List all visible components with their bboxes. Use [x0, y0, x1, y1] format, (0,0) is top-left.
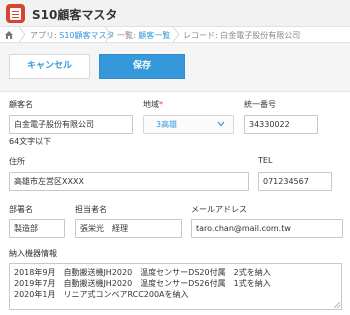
tel-label: TEL	[258, 156, 273, 165]
tax-id-field[interactable]: 34330022	[244, 115, 318, 134]
contact-field[interactable]: 張栄光 経理	[75, 219, 182, 238]
breadcrumb-list-link[interactable]: 顧客一覧	[138, 31, 170, 40]
email-label: メールアドレス	[191, 205, 247, 214]
app-title: S10顧客マスタ	[32, 8, 118, 22]
breadcrumb-separator	[18, 27, 26, 42]
app-list-icon	[6, 4, 25, 23]
customer-name-field[interactable]: 白金電子股份有限公司	[9, 115, 133, 134]
chevron-down-icon	[217, 121, 225, 127]
record-form: 顧客名 白金電子股份有限公司 64文字以下 地域* 3高雄 統一番号 34330…	[0, 92, 350, 315]
email-field[interactable]: taro.chan@mail.com.tw	[191, 219, 343, 238]
tax-id-label: 統一番号	[244, 100, 276, 109]
address-field[interactable]: 高雄市左営区XXXX	[9, 172, 249, 191]
region-select[interactable]: 3高雄	[143, 115, 234, 134]
region-select-value: 3高雄	[156, 120, 178, 129]
breadcrumb: アプリ: S10顧客マスタ 一覧: 顧客一覧 レコード: 白金電子股份有限公司	[0, 26, 350, 43]
contact-label: 担当者名	[75, 205, 107, 214]
region-label-text: 地域	[143, 100, 159, 109]
app-header: S10顧客マスタ	[0, 0, 350, 26]
breadcrumb-list[interactable]: 一覧: 顧客一覧	[117, 30, 170, 41]
record-toolbar: キャンセル 保存	[0, 44, 350, 92]
home-icon[interactable]	[4, 30, 14, 40]
breadcrumb-app-prefix: アプリ:	[30, 31, 60, 40]
tel-field[interactable]: 071234567	[258, 172, 332, 191]
delivery-line: 2018年9月 自動搬送機JH2020 温度センサーDS20付属 2式を納入	[14, 268, 271, 277]
department-field[interactable]: 製造部	[9, 219, 65, 238]
customer-name-hint: 64文字以下	[9, 137, 52, 146]
breadcrumb-separator	[104, 27, 112, 42]
address-label: 住所	[9, 157, 25, 166]
required-mark: *	[159, 100, 163, 109]
delivery-info-textarea[interactable]: 2018年9月 自動搬送機JH2020 温度センサーDS20付属 2式を納入 2…	[9, 263, 342, 310]
delivery-line: 2020年1月 リニア式コンベアRCC200Aを納入	[14, 290, 189, 299]
delivery-line: 2019年7月 自動搬送機JH2020 温度センサーDS26付属 1式を納入	[14, 279, 271, 288]
breadcrumb-list-prefix: 一覧:	[117, 31, 139, 40]
breadcrumb-separator	[172, 27, 180, 42]
resize-handle-icon[interactable]	[334, 302, 340, 308]
breadcrumb-app[interactable]: アプリ: S10顧客マスタ	[30, 30, 115, 41]
customer-name-label: 顧客名	[9, 100, 33, 109]
save-button[interactable]: 保存	[99, 54, 185, 79]
department-label: 部署名	[9, 205, 33, 214]
delivery-info-label: 納入機器情報	[9, 249, 57, 258]
cancel-button[interactable]: キャンセル	[9, 54, 90, 79]
region-label: 地域*	[143, 99, 163, 110]
breadcrumb-record: レコード: 白金電子股份有限公司	[183, 31, 301, 40]
